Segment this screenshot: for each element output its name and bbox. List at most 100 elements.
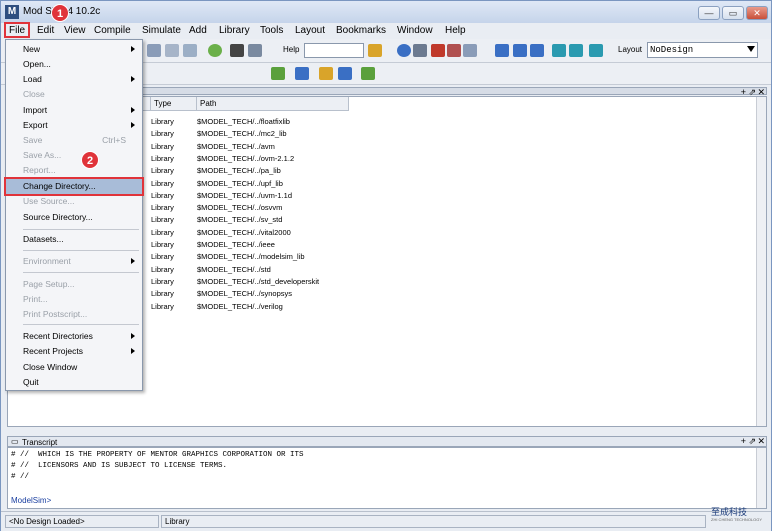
restart-icon[interactable] [271, 67, 285, 80]
logo-tagline: ZHI CHENG TECHNOLOGY [711, 517, 763, 522]
submenu-arrow-icon [131, 333, 135, 339]
menu-item-label: Environment [23, 256, 71, 266]
pane-undock-icon[interactable]: ⇗ [748, 437, 756, 446]
simulate-icon[interactable] [208, 44, 222, 57]
library-path: $MODEL_TECH/../upf_lib [197, 178, 283, 188]
layout-select[interactable]: NoDesign [647, 42, 758, 58]
minimize-button[interactable]: — [698, 6, 720, 20]
file-menu-item-datasets[interactable]: Datasets... [6, 232, 142, 247]
step-out-icon[interactable] [530, 44, 544, 57]
step-icon[interactable] [495, 44, 509, 57]
help-search-input[interactable] [304, 43, 364, 58]
dataflow-icon[interactable] [431, 44, 445, 57]
zoom-out-icon[interactable] [569, 44, 583, 57]
file-menu-item-report: Report... [6, 163, 142, 178]
watch-icon[interactable] [463, 44, 477, 57]
library-path: $MODEL_TECH/../ovm-2.1.2 [197, 153, 295, 163]
library-path: $MODEL_TECH/../ieee [197, 240, 275, 249]
file-menu-item-close-window[interactable]: Close Window [6, 360, 142, 375]
menu-bar: File Edit View Compile Simulate Add Libr… [1, 23, 771, 39]
file-menu-item-export[interactable]: Export [6, 118, 142, 133]
menu-help[interactable]: Help [445, 25, 466, 36]
compile-all-icon[interactable] [165, 44, 179, 57]
menu-compile[interactable]: Compile [94, 25, 131, 36]
menu-tools[interactable]: Tools [260, 25, 283, 36]
run-all-icon[interactable] [338, 67, 352, 80]
library-path: $MODEL_TECH/../synopsys [197, 289, 293, 299]
break-run-icon[interactable] [361, 67, 375, 80]
library-type: Library [151, 129, 174, 139]
zoom-full-icon[interactable] [589, 44, 603, 57]
library-path: $MODEL_TECH/../mc2_lib [197, 129, 287, 139]
library-path: $MODEL_TECH/../avm [197, 141, 275, 151]
submenu-arrow-icon [131, 107, 135, 113]
library-path: $MODEL_TECH/../verilog [197, 301, 283, 311]
menu-item-label: Close Window [23, 362, 78, 372]
menu-separator [23, 272, 139, 273]
run-icon[interactable] [295, 67, 309, 80]
menu-edit[interactable]: Edit [37, 25, 54, 36]
status-design: <No Design Loaded> [5, 515, 159, 528]
close-button[interactable]: ✕ [746, 6, 768, 20]
menu-item-label: Report... [23, 165, 56, 175]
library-path: $MODEL_TECH/../uvm-1.1d [197, 190, 293, 200]
transcript-line: # // [11, 473, 30, 481]
maximize-button[interactable]: ▭ [722, 6, 744, 20]
menu-simulate[interactable]: Simulate [142, 25, 181, 36]
logo-name: 至成科技 [711, 507, 748, 517]
library-type: Library [151, 166, 174, 176]
menu-library[interactable]: Library [219, 25, 250, 36]
submenu-arrow-icon [131, 348, 135, 354]
library-scrollbar[interactable] [756, 97, 766, 426]
break-icon[interactable] [248, 44, 262, 57]
pane-close-icon[interactable]: ✕ [757, 437, 765, 446]
file-menu-item-save: Save Ctrl+S [6, 133, 142, 148]
transcript-prompt: ModelSim> [11, 496, 52, 505]
menu-separator [23, 324, 139, 325]
zoom-in-icon[interactable] [552, 44, 566, 57]
menu-item-label: Recent Projects [23, 346, 83, 356]
file-menu-item-load[interactable]: Load [6, 72, 142, 87]
menu-view[interactable]: View [64, 25, 86, 36]
column-header-path[interactable]: Path [197, 97, 349, 111]
menu-layout[interactable]: Layout [295, 25, 325, 36]
menu-item-label: Print Postscript... [23, 309, 88, 319]
library-type: Library [151, 276, 174, 286]
pane-add-icon[interactable]: + [741, 437, 746, 446]
file-menu-item-recent-directories[interactable]: Recent Directories [6, 329, 142, 344]
help-label: Help [283, 45, 300, 54]
step-badge-2: 2 [81, 151, 99, 169]
menu-bookmarks[interactable]: Bookmarks [336, 25, 386, 36]
file-menu-item-new[interactable]: New [6, 42, 142, 57]
column-header-type[interactable]: Type [151, 97, 197, 111]
file-menu-item-save-as: Save As... [6, 148, 142, 163]
memory-icon[interactable] [397, 44, 411, 57]
compile-out-of-date-icon[interactable] [183, 44, 197, 57]
file-menu-item-recent-projects[interactable]: Recent Projects [6, 344, 142, 359]
submenu-arrow-icon [131, 122, 135, 128]
compile-icon[interactable] [147, 44, 161, 57]
menu-item-label: Source Directory... [23, 212, 93, 222]
file-menu-item-change-directory[interactable]: Change Directory... [4, 177, 144, 196]
library-type: Library [151, 301, 174, 311]
transcript-pane[interactable]: # // WHICH IS THE PROPERTY OF MENTOR GRA… [7, 447, 767, 509]
transcript-scrollbar[interactable] [756, 448, 766, 508]
step-over-icon[interactable] [513, 44, 527, 57]
layout-select-value: NoDesign [650, 45, 694, 55]
library-type: Library [151, 264, 174, 274]
help-search-icon[interactable] [368, 44, 382, 57]
menu-add[interactable]: Add [189, 25, 207, 36]
file-menu-item-import[interactable]: Import [6, 103, 142, 118]
file-menu-item-quit[interactable]: Quit [6, 375, 142, 390]
run-continue-icon[interactable] [319, 67, 333, 80]
file-menu-item-open[interactable]: Open... [6, 57, 142, 72]
menu-window[interactable]: Window [397, 25, 433, 36]
title-bar: M Mod SE-64 10.2c — ▭ ✕ [1, 1, 771, 23]
find-icon[interactable] [230, 44, 244, 57]
menu-separator [23, 250, 139, 251]
library-type: Library [151, 190, 174, 200]
list-icon[interactable] [447, 44, 461, 57]
menu-shortcut: Ctrl+S [102, 135, 126, 145]
wave-icon[interactable] [413, 44, 427, 57]
file-menu-item-source-directory[interactable]: Source Directory... [6, 210, 142, 225]
